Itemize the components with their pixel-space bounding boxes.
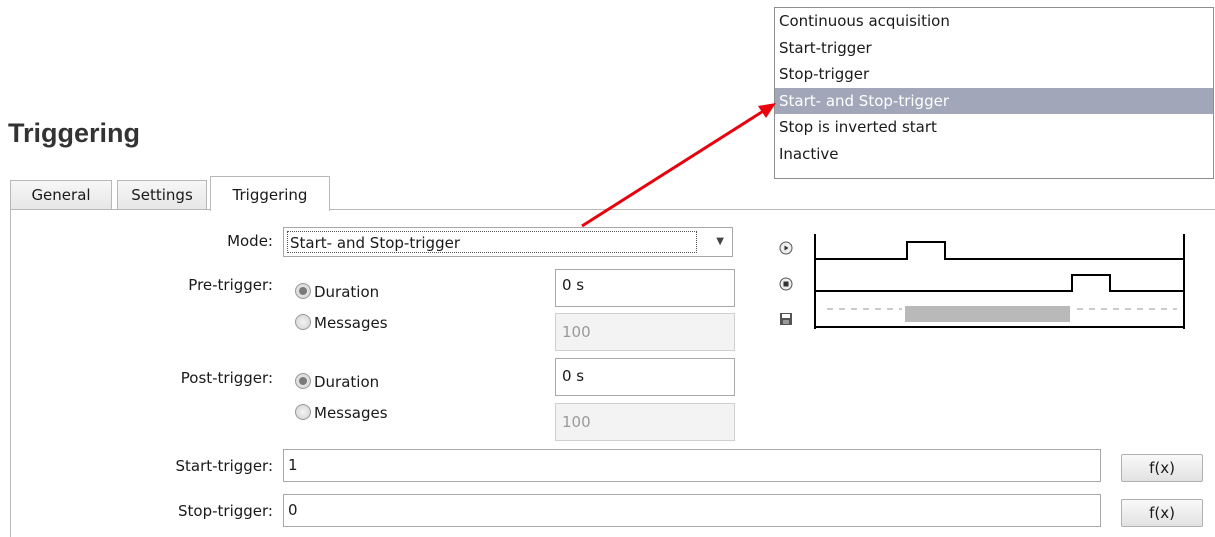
tab-triggering[interactable]: Triggering — [210, 176, 330, 211]
annotation-arrow — [581, 103, 776, 228]
